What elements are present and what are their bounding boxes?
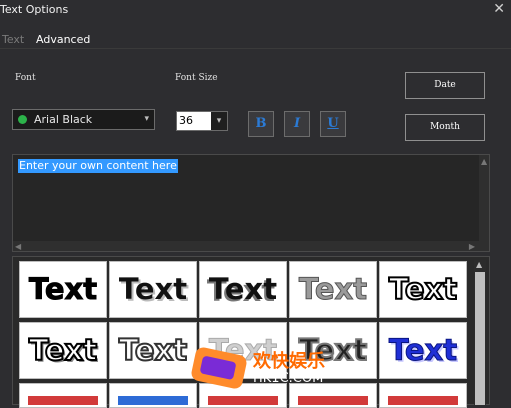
scroll-up-icon[interactable]: ▲ — [481, 157, 487, 166]
editor-selected-text[interactable]: Enter your own content here — [18, 159, 178, 173]
text-style-tile[interactable]: Text — [379, 261, 467, 318]
style-preview: Text — [28, 272, 98, 307]
text-style-tile[interactable]: Text — [289, 261, 377, 318]
font-type-icon — [18, 115, 27, 124]
watermark-url: HK1C.COM — [253, 371, 324, 386]
editor-vertical-scrollbar[interactable]: ▲ — [479, 155, 489, 251]
text-style-tile[interactable] — [19, 383, 107, 408]
tab-divider — [0, 48, 511, 49]
style-preview: Text — [118, 332, 188, 368]
watermark-title: 欢快娱乐 — [253, 351, 325, 372]
text-style-tile[interactable]: Text — [109, 261, 197, 318]
style-preview-graphic — [28, 396, 98, 405]
watermark: 欢快娱乐 HK1C.COM — [190, 345, 373, 407]
font-family-select[interactable]: Arial Black ▾ — [12, 109, 155, 130]
bold-button[interactable]: B — [248, 111, 274, 137]
style-preview: Text — [388, 271, 458, 307]
style-preview: Text — [298, 272, 368, 307]
phone-logo-icon — [190, 345, 248, 391]
chevron-down-icon: ▾ — [144, 114, 149, 124]
tab-text[interactable]: Text — [2, 33, 24, 46]
title-bar: Text Options ✕ — [0, 0, 511, 22]
scroll-left-icon[interactable]: ◀ — [15, 242, 21, 251]
text-style-tile[interactable]: Text — [109, 322, 197, 379]
gallery-scroll-thumb[interactable] — [475, 272, 485, 405]
text-style-tile[interactable]: Text — [19, 261, 107, 318]
close-icon[interactable]: ✕ — [493, 1, 505, 17]
text-style-tile[interactable]: Text — [19, 322, 107, 379]
chevron-down-icon[interactable]: ▾ — [211, 112, 227, 130]
italic-button[interactable]: I — [284, 111, 310, 137]
font-size-select[interactable]: 36 ▾ — [176, 111, 228, 131]
font-family-value: Arial Black — [34, 113, 93, 126]
style-preview: Text — [28, 332, 98, 368]
text-style-tile[interactable]: Text — [379, 322, 467, 379]
window-title: Text Options — [0, 3, 69, 16]
text-editor[interactable]: Enter your own content here ▲ ◀ ▶ — [12, 154, 490, 252]
text-style-tile[interactable]: Text — [199, 261, 287, 318]
text-style-tile[interactable] — [109, 383, 197, 408]
phone-screen — [199, 355, 237, 381]
style-preview: Text — [208, 272, 278, 306]
style-preview-graphic — [388, 396, 458, 405]
underline-button[interactable]: U — [320, 111, 346, 137]
scroll-right-icon[interactable]: ▶ — [469, 242, 475, 251]
font-size-value: 36 — [179, 114, 193, 127]
style-preview-graphic — [118, 396, 188, 405]
gallery-scrollbar[interactable]: ▲ — [474, 260, 486, 405]
scroll-up-icon[interactable]: ▲ — [476, 260, 482, 269]
editor-horizontal-scrollbar[interactable]: ◀ ▶ — [13, 241, 489, 251]
font-size-label: Font Size — [175, 73, 218, 83]
font-label: Font — [15, 73, 36, 83]
date-button[interactable]: Date — [405, 72, 485, 99]
style-preview: Text — [388, 333, 458, 368]
text-style-tile[interactable] — [379, 383, 467, 408]
tab-advanced[interactable]: Advanced — [36, 33, 90, 46]
style-preview: Text — [118, 272, 188, 306]
month-button[interactable]: Month — [405, 114, 485, 141]
